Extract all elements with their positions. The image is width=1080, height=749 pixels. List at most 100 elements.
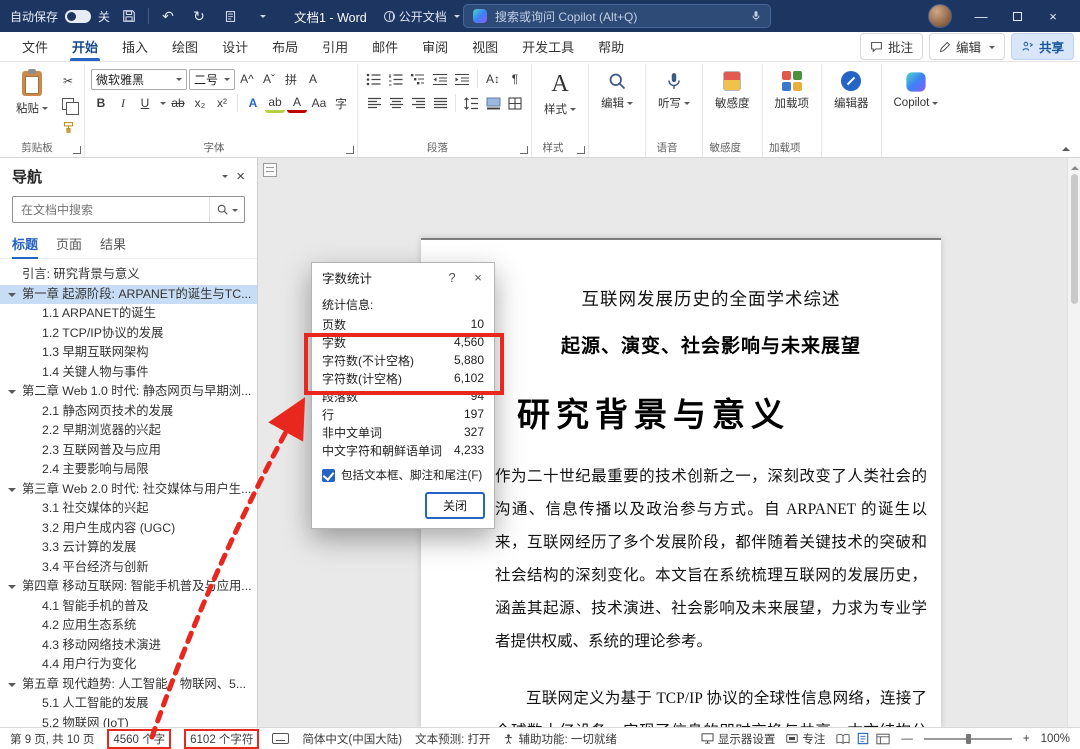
font-name-combo[interactable]: 微软雅黑: [91, 68, 187, 90]
read-mode-icon[interactable]: [836, 733, 850, 745]
user-avatar[interactable]: [928, 4, 952, 28]
nav-heading-item[interactable]: 1.4 关键人物与事件: [0, 363, 257, 383]
nav-heading-item[interactable]: 第二章 Web 1.0 时代: 静态网页与早期浏...: [0, 382, 257, 402]
nav-heading-item[interactable]: 1.2 TCP/IP协议的发展: [0, 324, 257, 344]
nav-heading-item[interactable]: 2.3 互联网普及与应用: [0, 441, 257, 461]
ribbon-tab[interactable]: 引用: [310, 32, 360, 61]
comments-button[interactable]: 批注: [859, 33, 923, 60]
print-button[interactable]: [218, 4, 242, 28]
underline-button[interactable]: U: [135, 93, 155, 113]
ribbon-tab[interactable]: 视图: [460, 32, 510, 61]
copilot-button[interactable]: Copilot: [888, 67, 945, 113]
collapse-triangle-icon[interactable]: [8, 292, 16, 301]
ribbon-tab[interactable]: 插入: [110, 32, 160, 61]
nav-heading-item[interactable]: 4.1 智能手机的普及: [0, 597, 257, 617]
nav-tab[interactable]: 标题: [12, 229, 39, 259]
share-button[interactable]: 共享: [1010, 33, 1074, 60]
zoom-level[interactable]: 100%: [1041, 733, 1070, 745]
nav-tab[interactable]: 结果: [100, 229, 126, 258]
autosave-toggle[interactable]: [65, 9, 92, 23]
nav-heading-item[interactable]: 2.4 主要影响与局限: [0, 460, 257, 480]
clipboard-dialog-launcher[interactable]: [73, 146, 81, 154]
bullets-button[interactable]: [364, 69, 384, 89]
nav-heading-item[interactable]: 1.1 ARPANET的诞生: [0, 304, 257, 324]
web-layout-icon[interactable]: [876, 733, 890, 745]
justify-button[interactable]: [430, 93, 450, 113]
page-indicator[interactable]: 第 9 页, 共 10 页: [10, 731, 94, 747]
ribbon-tab[interactable]: 审阅: [410, 32, 460, 61]
collapse-triangle-icon[interactable]: [8, 487, 16, 496]
nav-heading-item[interactable]: 3.2 用户生成内容 (UGC): [0, 519, 257, 539]
display-settings-button[interactable]: 显示器设置: [701, 731, 775, 747]
keyboard-icon[interactable]: [272, 733, 290, 744]
addins-button[interactable]: 加载项: [769, 67, 816, 115]
nav-tab[interactable]: 页面: [56, 229, 82, 258]
dictate-button[interactable]: 听写: [652, 67, 696, 115]
multilevel-list-button[interactable]: [408, 69, 428, 89]
language-indicator[interactable]: 简体中文(中国大陆): [302, 731, 402, 747]
word-count-indicator[interactable]: 4560 个字: [113, 731, 165, 747]
qat-customize-chevron[interactable]: [249, 4, 273, 28]
nav-heading-item[interactable]: 第一章 起源阶段: ARPANET的诞生与TC...: [0, 284, 257, 304]
zoom-slider[interactable]: [923, 732, 1012, 745]
superscript-button[interactable]: x²: [212, 93, 232, 113]
styles-button[interactable]: A 样式: [538, 67, 582, 121]
nav-heading-item[interactable]: 4.4 用户行为变化: [0, 655, 257, 675]
increase-indent-button[interactable]: [452, 69, 472, 89]
nav-heading-item[interactable]: 2.2 早期浏览器的兴起: [0, 421, 257, 441]
nav-heading-item[interactable]: 4.2 应用生态系统: [0, 616, 257, 636]
grow-font-button[interactable]: A^: [237, 69, 257, 89]
nav-close-button[interactable]: ×: [236, 168, 245, 185]
nav-heading-item[interactable]: 第三章 Web 2.0 时代: 社交媒体与用户生...: [0, 480, 257, 500]
nav-heading-item[interactable]: 3.1 社交媒体的兴起: [0, 499, 257, 519]
font-dialog-launcher[interactable]: [346, 146, 354, 154]
phonetic-guide-button[interactable]: 拼: [281, 69, 301, 89]
scroll-up-arrow[interactable]: [1071, 162, 1079, 170]
collapse-triangle-icon[interactable]: [8, 682, 16, 691]
sensitivity-button[interactable]: 敏感度: [709, 67, 756, 115]
chevron-down-icon[interactable]: [160, 102, 166, 108]
document-page[interactable]: 互联网发展历史的全面学术综述 起源、演变、社会影响与未来展望 研究背景与意义 作…: [421, 238, 941, 727]
ribbon-tab[interactable]: 文件: [10, 32, 60, 61]
align-center-button[interactable]: [386, 93, 406, 113]
copy-button[interactable]: [58, 94, 79, 115]
undo-button[interactable]: ↶: [156, 4, 180, 28]
maximize-button[interactable]: [1000, 2, 1034, 30]
ribbon-tab[interactable]: 帮助: [586, 32, 636, 61]
editing-mode-button[interactable]: 编辑: [928, 33, 1005, 60]
styles-dialog-launcher[interactable]: [577, 146, 585, 154]
show-paragraph-marks-button[interactable]: ¶: [505, 69, 525, 89]
collapse-triangle-icon[interactable]: [8, 390, 16, 398]
ruler-toggle-icon[interactable]: [263, 163, 277, 177]
dialog-titlebar[interactable]: 字数统计 ? ×: [312, 263, 494, 291]
ribbon-tab[interactable]: 布局: [260, 32, 310, 61]
focus-button[interactable]: 专注: [786, 731, 825, 747]
dialog-help-button[interactable]: ?: [440, 266, 464, 288]
decrease-indent-button[interactable]: [430, 69, 450, 89]
close-window-button[interactable]: ×: [1036, 2, 1070, 30]
ribbon-tab[interactable]: 设计: [210, 32, 260, 61]
ribbon-tab[interactable]: 绘图: [160, 32, 210, 61]
zoom-out-button[interactable]: —: [901, 733, 913, 745]
nav-heading-item[interactable]: 5.1 人工智能的发展: [0, 694, 257, 714]
clear-formatting-button[interactable]: A: [303, 69, 323, 89]
collapse-triangle-icon[interactable]: [8, 585, 16, 593]
nav-search-input[interactable]: [13, 202, 209, 217]
nav-heading-item[interactable]: 第五章 现代趋势: 人工智能、物联网、5...: [0, 675, 257, 695]
bold-button[interactable]: B: [91, 93, 111, 113]
nav-search-button[interactable]: [209, 197, 244, 222]
print-layout-icon[interactable]: [857, 732, 869, 745]
close-button[interactable]: 关闭: [425, 493, 484, 518]
nav-heading-item[interactable]: 引言: 研究背景与意义: [0, 265, 257, 285]
numbering-button[interactable]: [386, 69, 406, 89]
text-prediction-indicator[interactable]: 文本预测: 打开: [415, 731, 490, 747]
zoom-slider-thumb[interactable]: [965, 733, 971, 744]
nav-heading-item[interactable]: 1.3 早期互联网架构: [0, 343, 257, 363]
include-footnotes-checkbox[interactable]: 包括文本框、脚注和尾注(F): [322, 467, 484, 483]
text-effects-button[interactable]: A: [243, 93, 263, 113]
line-spacing-button[interactable]: [461, 93, 481, 113]
enclose-characters-button[interactable]: 字: [331, 93, 351, 113]
borders-button[interactable]: [505, 93, 525, 113]
highlight-color-button[interactable]: ab: [265, 93, 285, 113]
dialog-close-button[interactable]: ×: [466, 266, 490, 288]
